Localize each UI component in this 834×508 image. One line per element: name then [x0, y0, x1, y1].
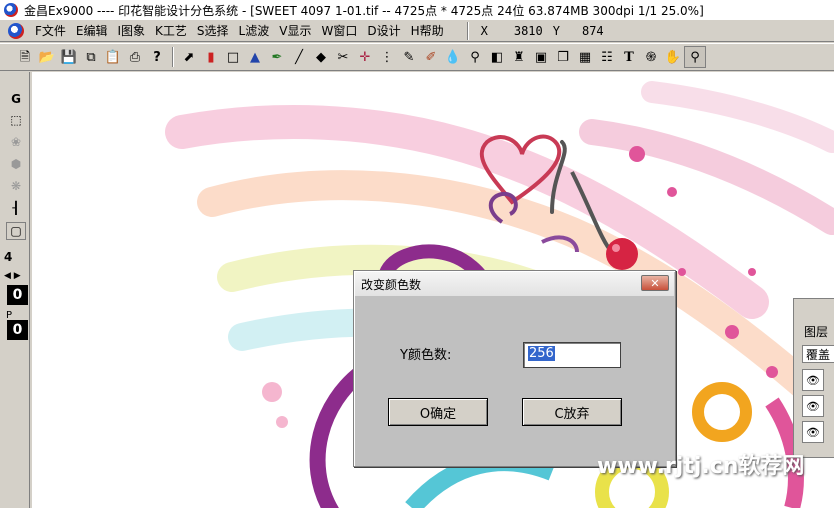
tone-icon[interactable]: ▲ [244, 46, 266, 68]
grid-icon[interactable]: ☷ [596, 46, 618, 68]
menu-view[interactable]: V显示 [274, 22, 316, 39]
change-color-count-dialog: 改变颜色数 ✕ Y颜色数: 256 O确定 C放弃 [353, 270, 676, 467]
anchor-icon[interactable]: ┨ [6, 199, 26, 217]
menu-separator [466, 21, 469, 40]
stamp-icon[interactable]: ♜ [508, 46, 530, 68]
scissors-icon[interactable]: ✂ [332, 46, 354, 68]
zoom-icon[interactable]: ⚲ [684, 46, 706, 68]
frame-icon[interactable]: ▣ [530, 46, 552, 68]
menu-filter[interactable]: L滤波 [234, 22, 275, 39]
layer-visibility-eye-icon[interactable]: 👁 [802, 395, 824, 417]
paste-icon[interactable]: 📋 [102, 46, 124, 68]
menu-help[interactable]: H帮助 [406, 22, 449, 39]
brush-icon[interactable]: ✒ [266, 46, 288, 68]
menu-image[interactable]: I图象 [113, 22, 151, 39]
window-title: 金昌Ex9000 ---- 印花智能设计分色系统 - [SWEET 4097 1… [24, 3, 704, 18]
freehand-select-icon[interactable]: ❋ [6, 177, 26, 195]
layers-title: 图层 [804, 325, 829, 339]
open-folder-icon[interactable]: 📂 [36, 46, 58, 68]
help-icon[interactable]: ? [146, 46, 168, 68]
toolbar: 🗎 📂 💾 ⧉ 📋 ⎙ ? ⬈ ▮ □ ▲ ✒ ╱ ◆ ✂ ✛ ⋮ ✎ ✐ 💧 … [0, 43, 834, 71]
texture-icon[interactable]: ▦ [574, 46, 596, 68]
gradient-icon[interactable]: ◧ [486, 46, 508, 68]
menu-edit[interactable]: E编辑 [71, 22, 113, 39]
black-field-bottom[interactable]: 0 [7, 320, 28, 340]
lasso-icon[interactable]: ❀ [6, 133, 26, 151]
watermark: www.rjtj.cn软荐网 [597, 454, 805, 479]
ok-button[interactable]: O确定 [388, 398, 488, 426]
tool-g[interactable]: G [6, 90, 26, 108]
polygon-select-icon[interactable]: ⬢ [6, 155, 26, 173]
new-file-icon[interactable]: 🗎 [14, 46, 36, 68]
layers-panel: 图层 覆盖 👁 👁 👁 [793, 298, 834, 458]
layer-visibility-eye-icon[interactable]: 👁 [802, 421, 824, 443]
drop-icon[interactable]: 💧 [442, 46, 464, 68]
layer-blend-select[interactable]: 覆盖 [802, 345, 834, 363]
print-icon[interactable]: ⎙ [124, 46, 146, 68]
save-icon[interactable]: 💾 [58, 46, 80, 68]
brush-size-value: 4 [4, 250, 13, 264]
y-coord-value: 874 [581, 23, 604, 38]
x-coord-value: 3810 [513, 23, 543, 38]
dialog-close-button[interactable]: ✕ [641, 275, 669, 291]
dialog-title-bar[interactable]: 改变颜色数 [355, 272, 674, 296]
color-count-input[interactable]: 256 [523, 342, 621, 368]
menu-design[interactable]: D设计 [362, 22, 405, 39]
fill-icon[interactable]: ◆ [310, 46, 332, 68]
eraser-icon[interactable]: ▮ [200, 46, 222, 68]
pen-icon[interactable]: ✐ [420, 46, 442, 68]
rectangle-icon[interactable]: □ [222, 46, 244, 68]
marquee-select-icon[interactable]: ⬚ [6, 111, 26, 129]
menu-window[interactable]: W窗口 [316, 22, 362, 39]
menu-file[interactable]: F文件 [30, 22, 71, 39]
dialog-title: 改变颜色数 [361, 277, 422, 292]
spiral-icon[interactable]: ֍ [640, 46, 662, 68]
layers-icon[interactable]: ❐ [552, 46, 574, 68]
spray-icon[interactable]: ⋮ [376, 46, 398, 68]
eyedropper-icon[interactable]: ✎ [398, 46, 420, 68]
left-tool-panel: G ⬚ ❀ ⬢ ❋ ┨ ▢ 4 ◀ ▶ 0 P 0 [0, 72, 30, 508]
crop-icon[interactable]: ▢ [6, 222, 26, 240]
black-field-top[interactable]: 0 [7, 285, 28, 305]
menu-craft[interactable]: K工艺 [150, 22, 192, 39]
app-logo-icon [4, 3, 18, 17]
menu-select[interactable]: S选择 [192, 22, 234, 39]
menu-bar: F文件 E编辑 I图象 K工艺 S选择 L滤波 V显示 W窗口 D设计 H帮助 … [0, 20, 834, 42]
layer-visibility-eye-icon[interactable]: 👁 [802, 369, 824, 391]
cancel-button[interactable]: C放弃 [522, 398, 622, 426]
move-icon[interactable]: ✛ [354, 46, 376, 68]
color-count-value: 256 [528, 346, 555, 361]
line-icon[interactable]: ╱ [288, 46, 310, 68]
pointer-icon[interactable]: ⬈ [178, 46, 200, 68]
toolbar-separator [172, 47, 174, 67]
text-icon[interactable]: T [618, 46, 640, 68]
x-coord-label: X [480, 23, 488, 38]
title-bar: 金昌Ex9000 ---- 印花智能设计分色系统 - [SWEET 4097 1… [0, 0, 834, 20]
size-stepper[interactable]: ◀ ▶ [4, 267, 28, 285]
hand-icon[interactable]: ✋ [662, 46, 684, 68]
magic-wand-icon[interactable]: ⚲ [464, 46, 486, 68]
color-count-label: Y颜色数: [400, 348, 452, 363]
copy-icon[interactable]: ⧉ [80, 46, 102, 68]
y-coord-label: Y [552, 23, 560, 38]
system-menu-icon[interactable] [8, 22, 24, 39]
